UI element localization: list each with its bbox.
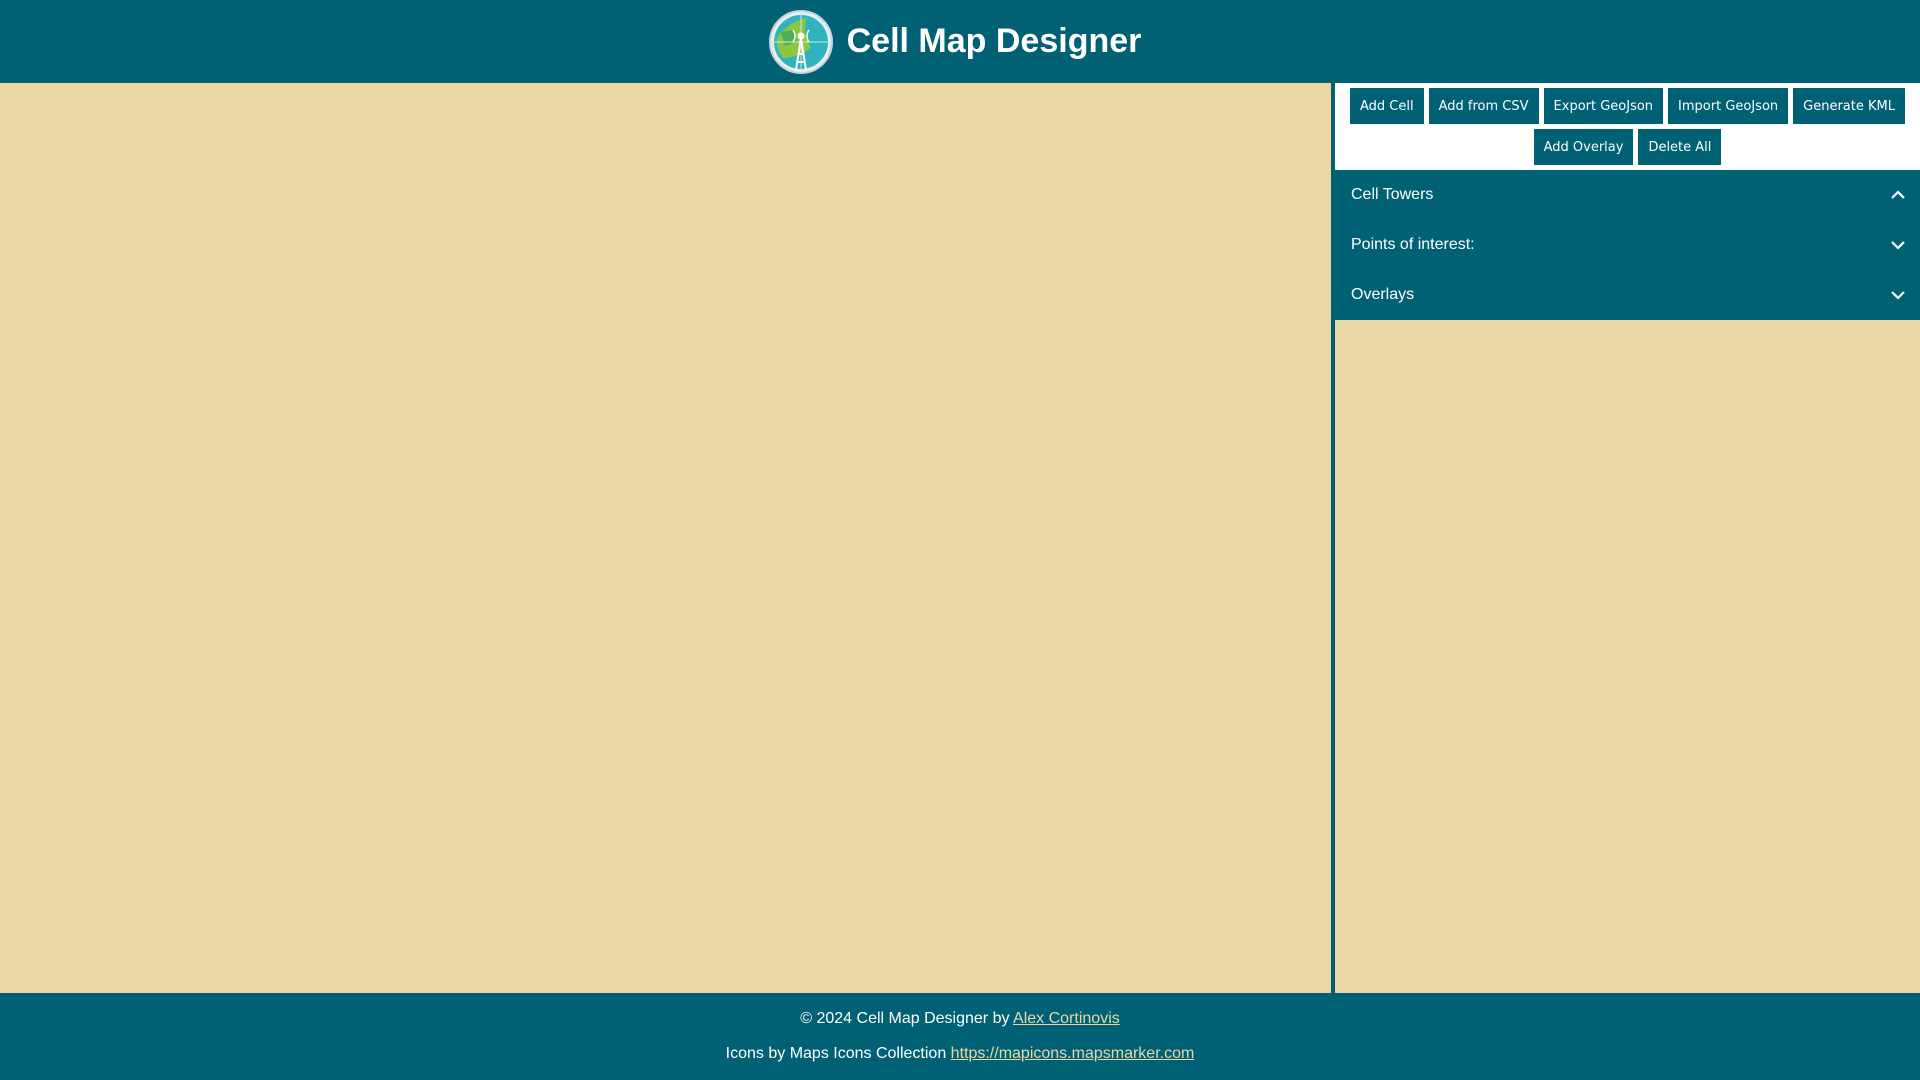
copyright-line: © 2024 Cell Map Designer by Alex Cortino… — [0, 1010, 1920, 1028]
sidebar: Add Cell Add from CSV Export GeoJson Imp… — [1335, 83, 1920, 993]
chevron-down-icon — [1890, 290, 1906, 300]
author-link[interactable]: Alex Cortinovis — [1013, 1010, 1120, 1027]
section-cell-towers[interactable]: Cell Towers — [1335, 170, 1920, 220]
add-from-csv-button[interactable]: Add from CSV — [1428, 88, 1539, 124]
chevron-down-icon — [1890, 240, 1906, 250]
copyright-text: © 2024 Cell Map Designer by — [800, 1010, 1014, 1027]
icons-link[interactable]: https://mapicons.mapsmarker.com — [951, 1045, 1195, 1062]
app-header: Cell Map Designer — [0, 0, 1920, 83]
icons-credit-line: Icons by Maps Icons Collection https://m… — [0, 1045, 1920, 1063]
section-overlays[interactable]: Overlays — [1335, 270, 1920, 320]
icons-credit-text: Icons by Maps Icons Collection — [725, 1045, 951, 1062]
export-geojson-button[interactable]: Export GeoJson — [1543, 88, 1664, 124]
delete-all-button[interactable]: Delete All — [1638, 129, 1722, 165]
section-label: Points of interest: — [1351, 236, 1475, 253]
add-overlay-button[interactable]: Add Overlay — [1533, 129, 1634, 165]
cell-tower-globe-icon — [767, 8, 835, 76]
toolbar: Add Cell Add from CSV Export GeoJson Imp… — [1335, 83, 1920, 170]
generate-kml-button[interactable]: Generate KML — [1793, 88, 1905, 124]
add-cell-button[interactable]: Add Cell — [1350, 88, 1424, 124]
app-title: Cell Map Designer — [846, 22, 1142, 60]
footer: © 2024 Cell Map Designer by Alex Cortino… — [0, 993, 1920, 1080]
section-points-of-interest[interactable]: Points of interest: — [1335, 220, 1920, 270]
import-geojson-button[interactable]: Import GeoJson — [1668, 88, 1789, 124]
section-label: Cell Towers — [1351, 186, 1434, 203]
chevron-up-icon — [1890, 190, 1906, 200]
section-label: Overlays — [1351, 286, 1415, 303]
map-canvas[interactable] — [0, 83, 1331, 993]
